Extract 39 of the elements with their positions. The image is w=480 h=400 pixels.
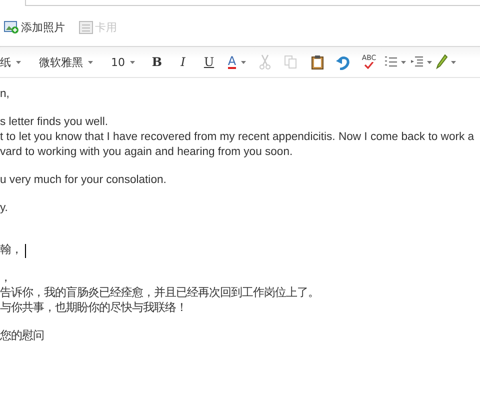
document-icon bbox=[79, 20, 93, 34]
body-text: s letter finds you well. bbox=[0, 115, 108, 130]
caret-icon bbox=[88, 60, 93, 64]
underline-button[interactable]: U bbox=[196, 52, 222, 72]
bold-button[interactable]: B bbox=[144, 52, 170, 72]
body-text: y. bbox=[0, 201, 8, 216]
copy-icon bbox=[284, 55, 298, 69]
undo-icon bbox=[336, 54, 350, 70]
body-text: n, bbox=[0, 87, 10, 102]
check-icon bbox=[364, 62, 374, 69]
pencil-icon bbox=[436, 54, 448, 70]
italic-button[interactable]: I bbox=[170, 52, 196, 72]
body-text: u very much for your consolation. bbox=[0, 173, 166, 188]
image-add-icon bbox=[4, 20, 19, 34]
body-text: 翰， bbox=[0, 243, 22, 258]
scissors-icon bbox=[259, 54, 271, 70]
list-icon bbox=[384, 55, 398, 69]
body-text: vard to working with you again and hearing from you soon. bbox=[0, 145, 293, 160]
caret-icon bbox=[241, 60, 246, 64]
color-button[interactable]: A bbox=[222, 52, 252, 72]
caret-icon bbox=[427, 60, 432, 64]
caret-icon bbox=[130, 60, 135, 64]
highlight-button[interactable] bbox=[434, 52, 458, 72]
dropdown-button[interactable]: 微软雅黑 bbox=[30, 52, 102, 72]
dropdown-button[interactable]: 纸 bbox=[0, 52, 30, 72]
attach-button[interactable]: 添加照片 bbox=[4, 20, 65, 34]
body-text: 您的慰问 bbox=[0, 329, 44, 344]
caret-icon bbox=[401, 60, 406, 64]
body-text: 告诉你，我的盲肠炎已经痊愈，并且已经再次回到工作岗位上了。 bbox=[0, 286, 319, 301]
body-text: t to let you know that I have recovered from my recent appendicitis. Now I come back to work a bbox=[0, 130, 474, 145]
dropdown-button[interactable]: 10 bbox=[102, 52, 144, 72]
caret-icon bbox=[451, 60, 456, 64]
clipboard-icon bbox=[310, 54, 324, 70]
text-caret bbox=[25, 244, 26, 258]
input-field[interactable] bbox=[25, 0, 480, 6]
body-text: 与你共事，也期盼你的尽快与我联络！ bbox=[0, 301, 187, 316]
indent-icon bbox=[410, 55, 424, 69]
caret-icon bbox=[16, 60, 21, 64]
body-text: ， bbox=[0, 271, 11, 286]
